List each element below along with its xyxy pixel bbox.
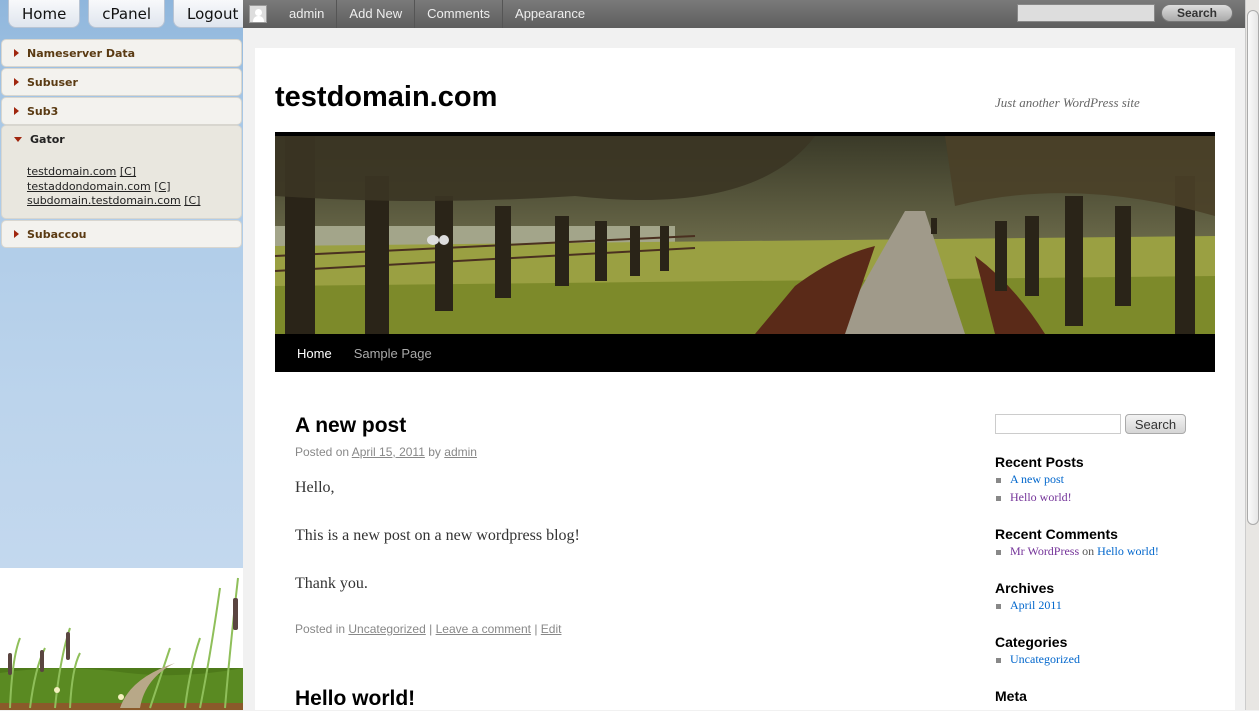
home-button[interactable]: Home [8,0,81,28]
admin-bar-appearance[interactable]: Appearance [503,0,597,28]
post-paragraph: This is a new post on a new wordpress bl… [295,527,580,544]
post-meta: Posted on April 15, 2011 by admin [295,445,477,459]
bullet-icon [996,603,1001,609]
posted-in-label: Posted in [295,622,346,636]
expand-arrow-icon [14,78,19,86]
recent-post-link[interactable]: A new post [1010,472,1064,486]
category-item: Uncategorized [996,652,1080,667]
section-label: Gator [30,132,65,146]
admin-bar-search: Search [1017,4,1233,22]
sidebar-search-input[interactable] [995,414,1121,434]
bullet-icon [996,495,1001,501]
widget-title-archives: Archives [995,580,1055,596]
section-label: Subuser [27,75,78,89]
separator: | [534,622,538,636]
site-title[interactable]: testdomain.com [275,81,497,114]
recent-post-item: A new post [996,472,1064,487]
admin-bar-comments[interactable]: Comments [415,0,504,28]
by-label: by [428,445,441,459]
separator: | [429,622,433,636]
nav-sample-page[interactable]: Sample Page [354,346,432,361]
domain-c-link[interactable]: [C] [184,194,200,207]
section-gator[interactable]: Gator testdomain.com [C] testaddondomain… [1,125,242,219]
leave-comment-link[interactable]: Leave a comment [436,622,531,636]
expand-arrow-icon [14,107,19,115]
post-date-link[interactable]: April 15, 2011 [352,445,425,459]
nav-home[interactable]: Home [297,346,332,361]
archive-item: April 2011 [996,598,1062,613]
section-sub3[interactable]: Sub3 [1,97,242,125]
domain-row: subdomain.testdomain.com [C] [27,194,241,209]
wordpress-page: testdomain.com Just another WordPress si… [255,48,1235,710]
site-tagline: Just another WordPress site [995,95,1140,110]
user-avatar-icon[interactable] [249,5,267,23]
cpanel-top-buttons: Home cPanel Logout [8,0,253,28]
post-title[interactable]: Hello world! [295,687,415,711]
post-author-link[interactable]: admin [444,445,477,459]
vertical-scrollbar[interactable] [1245,0,1259,710]
posted-on-label: Posted on [295,445,350,459]
category-link[interactable]: Uncategorized [1010,652,1080,666]
recent-comment-item: Mr WordPress on Hello world! [996,544,1159,559]
edit-link[interactable]: Edit [541,622,562,636]
widget-title-categories: Categories [995,634,1068,650]
logout-button[interactable]: Logout [173,0,253,28]
comment-author-link[interactable]: Mr WordPress [1010,544,1079,558]
domain-link[interactable]: testdomain.com [27,165,116,178]
section-label: Sub3 [27,104,59,118]
post-footer-meta: Posted in Uncategorized | Leave a commen… [295,622,561,636]
recent-post-link[interactable]: Hello world! [1010,490,1072,504]
admin-bar-search-button[interactable]: Search [1161,4,1233,22]
category-link[interactable]: Uncategorized [348,622,425,636]
bullet-icon [996,477,1001,483]
archive-link[interactable]: April 2011 [1010,598,1062,612]
section-subaccou[interactable]: Subaccou [1,220,242,248]
domain-link[interactable]: testaddondomain.com [27,180,151,193]
bullet-icon [996,657,1001,663]
expand-arrow-icon [14,230,19,238]
main-navigation: Home Sample Page [275,334,1215,372]
domain-link[interactable]: subdomain.testdomain.com [27,194,181,207]
sidebar-search-button[interactable]: Search [1125,414,1186,434]
domain-row: testdomain.com [C] [27,165,241,180]
post-paragraph: Thank you. [295,575,368,592]
post-paragraph: Hello, [295,479,335,496]
expand-arrow-icon [14,49,19,57]
scrollbar-thumb[interactable] [1247,10,1259,525]
cpanel-sidebar: Home cPanel Logout Nameserver Data Subus… [0,0,253,710]
widget-title-recent-comments: Recent Comments [995,526,1118,542]
recent-post-item: Hello world! [996,490,1072,505]
widget-title-meta: Meta [995,688,1027,704]
admin-bar-add-new[interactable]: Add New [337,0,416,28]
collapse-arrow-icon [14,136,22,142]
domain-c-link[interactable]: [C] [120,165,136,178]
section-subuser[interactable]: Subuser [1,68,242,96]
widget-title-recent-posts: Recent Posts [995,454,1084,470]
bullet-icon [996,549,1001,555]
admin-bar-search-input[interactable] [1017,4,1155,22]
domain-row: testaddondomain.com [C] [27,180,241,195]
wp-admin-bar: admin Add New Comments Appearance Search [243,0,1245,28]
section-nameserver-data[interactable]: Nameserver Data [1,39,242,67]
section-label: Subaccou [27,227,87,241]
section-label: Nameserver Data [27,46,136,60]
cpanel-button[interactable]: cPanel [88,0,166,28]
post-title[interactable]: A new post [295,414,406,438]
header-banner-image [275,132,1215,334]
admin-bar-admin[interactable]: admin [277,0,338,28]
sidebar-search: Search [995,414,1215,434]
grass-illustration [0,568,243,710]
domain-c-link[interactable]: [C] [154,180,170,193]
comment-post-link[interactable]: Hello world! [1097,544,1159,558]
on-label: on [1082,544,1095,558]
